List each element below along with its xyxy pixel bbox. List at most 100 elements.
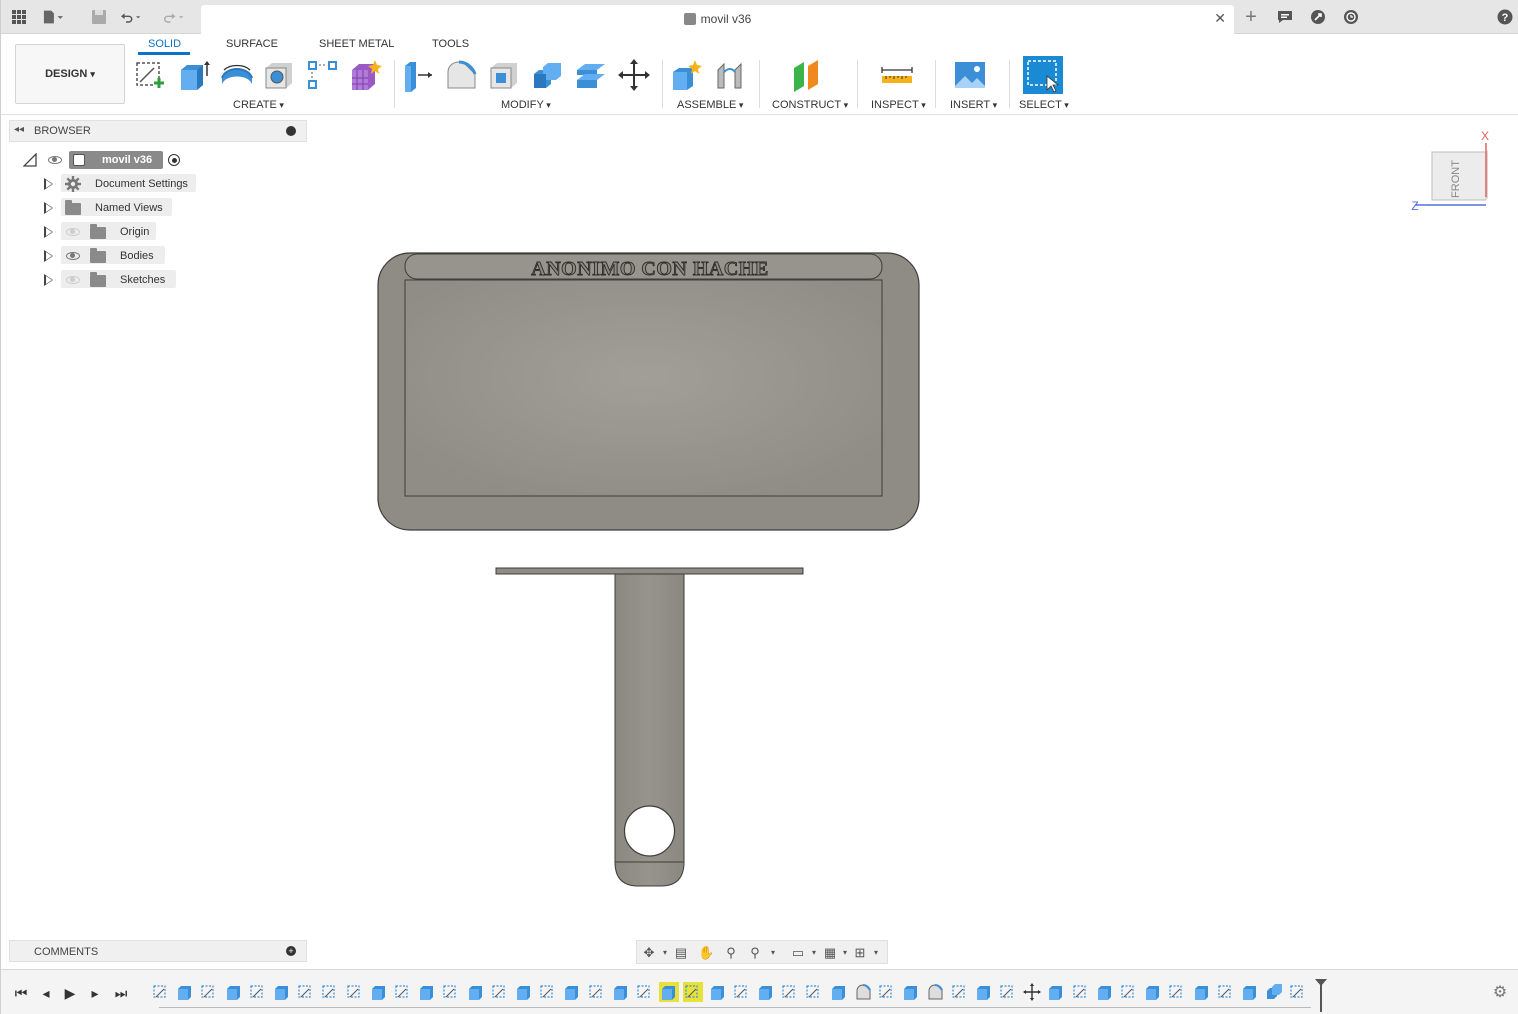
timeline-extrude-icon[interactable] <box>417 982 437 1002</box>
timeline-last-icon[interactable]: ⏭ <box>113 985 129 1001</box>
timeline-sketch-icon[interactable] <box>587 982 607 1002</box>
expanded-triangle-icon[interactable] <box>23 153 37 167</box>
visibility-hidden-icon[interactable] <box>66 228 80 236</box>
timeline-fillet-icon[interactable] <box>853 982 873 1002</box>
expand-triangle-icon[interactable] <box>44 202 53 214</box>
timeline-sketch-icon[interactable] <box>151 982 171 1002</box>
pattern-icon[interactable] <box>306 58 340 92</box>
offset-face-icon[interactable] <box>574 58 608 92</box>
timeline-first-icon[interactable]: ⏮ <box>13 985 29 1001</box>
canvas-viewport[interactable]: ANONIMO CON HACHE FRONT X Z <box>1 115 1518 968</box>
save-icon[interactable] <box>89 7 109 27</box>
create-sketch-icon[interactable] <box>134 58 168 92</box>
tree-item-origin[interactable]: Origin <box>41 222 161 242</box>
document-tab[interactable]: movil v36 ✕ <box>201 5 1234 34</box>
comments-panel-header[interactable]: COMMENTS + <box>9 940 307 962</box>
timeline-sketch-icon[interactable] <box>393 982 413 1002</box>
hole-icon[interactable] <box>263 58 297 92</box>
tree-item-bodies[interactable]: Bodies <box>41 246 171 266</box>
timeline-extrude-icon[interactable] <box>175 982 195 1002</box>
timeline-extrude-icon[interactable] <box>974 982 994 1002</box>
timeline-extrude-icon[interactable] <box>1095 982 1115 1002</box>
redo-icon[interactable] <box>164 7 184 27</box>
timeline-sketch-icon[interactable] <box>1071 982 1091 1002</box>
visibility-eye-icon[interactable] <box>48 156 62 164</box>
timeline-sketch-icon[interactable] <box>1288 982 1308 1002</box>
select-menu[interactable]: SELECT <box>1019 99 1069 111</box>
inspect-menu[interactable]: INSPECT <box>871 99 926 111</box>
timeline-sketch-icon[interactable] <box>538 982 558 1002</box>
job-status-icon[interactable] <box>1308 7 1328 27</box>
collapse-panel-icon[interactable]: ◂◂ <box>14 124 24 135</box>
timeline-combine-icon[interactable] <box>1264 982 1284 1002</box>
timeline-previous-icon[interactable]: ◂ <box>38 985 54 1001</box>
fillet-icon[interactable] <box>445 58 479 92</box>
assemble-menu[interactable]: ASSEMBLE <box>677 99 743 111</box>
fit-icon[interactable]: ⚲ <box>747 945 763 961</box>
clock-icon[interactable] <box>1341 7 1361 27</box>
timeline-sketch-icon[interactable] <box>732 982 752 1002</box>
timeline-sketch-icon[interactable] <box>296 982 316 1002</box>
timeline-extrude-icon[interactable] <box>466 982 486 1002</box>
add-comment-icon[interactable]: + <box>286 946 296 956</box>
modify-menu[interactable]: MODIFY <box>501 99 551 111</box>
expand-triangle-icon[interactable] <box>44 178 53 190</box>
tree-item-sketches[interactable]: Sketches <box>41 270 181 290</box>
comment-icon[interactable] <box>1275 7 1295 27</box>
timeline-sketch-icon[interactable] <box>998 982 1018 1002</box>
insert-menu[interactable]: INSERT <box>950 99 997 111</box>
pan-icon[interactable]: ✋ <box>698 945 714 961</box>
viewports-dropdown-icon[interactable]: ▾ <box>868 945 884 961</box>
timeline-extrude-icon[interactable] <box>659 982 680 1002</box>
orbit-icon[interactable]: ✥ <box>641 945 657 961</box>
tree-item-named-views[interactable]: Named Views <box>41 198 181 218</box>
tab-sheet-metal[interactable]: SHEET METAL <box>319 38 394 50</box>
joint-icon[interactable] <box>713 58 747 92</box>
timeline-fillet-icon[interactable] <box>925 982 945 1002</box>
timeline-extrude-icon[interactable] <box>224 982 244 1002</box>
expand-triangle-icon[interactable] <box>44 250 53 262</box>
orbit-dropdown-icon[interactable]: ▾ <box>657 945 673 961</box>
timeline-sketch-icon[interactable] <box>635 982 655 1002</box>
timeline-extrude-icon[interactable] <box>829 982 849 1002</box>
file-menu-icon[interactable] <box>43 7 63 27</box>
create-menu[interactable]: CREATE <box>233 99 284 111</box>
viewcube[interactable]: FRONT X Z <box>1407 127 1495 227</box>
timeline-extrude-icon[interactable] <box>1143 982 1163 1002</box>
timeline-sketch-icon[interactable] <box>345 982 365 1002</box>
zoom-dropdown-icon[interactable]: ▾ <box>765 945 781 961</box>
tab-surface[interactable]: SURFACE <box>226 38 278 50</box>
timeline-extrude-icon[interactable] <box>514 982 534 1002</box>
grid-dropdown-icon[interactable]: ▾ <box>837 945 853 961</box>
timeline-extrude-icon[interactable] <box>1046 982 1066 1002</box>
select-tool-icon[interactable] <box>1023 56 1063 94</box>
display-dropdown-icon[interactable]: ▾ <box>806 945 822 961</box>
timeline-sketch-icon[interactable] <box>441 982 461 1002</box>
zoom-icon[interactable]: ⚲ <box>723 945 739 961</box>
timeline-extrude-icon[interactable] <box>562 982 582 1002</box>
press-pull-icon[interactable] <box>402 58 436 92</box>
activate-radio-icon[interactable] <box>168 154 180 166</box>
create-form-icon[interactable] <box>349 58 383 92</box>
timeline-sketch-icon[interactable] <box>199 982 219 1002</box>
timeline-extrude-icon[interactable] <box>901 982 921 1002</box>
construct-menu[interactable]: CONSTRUCT <box>772 99 848 111</box>
tree-item-document-settings[interactable]: Document Settings <box>41 174 201 194</box>
timeline-next-icon[interactable]: ▸ <box>87 985 103 1001</box>
timeline-sketch-icon[interactable] <box>780 982 800 1002</box>
timeline-sketch-icon[interactable] <box>1167 982 1187 1002</box>
timeline-sketch-icon[interactable] <box>490 982 510 1002</box>
viewports-icon[interactable]: ⊞ <box>852 945 868 961</box>
timeline-extrude-icon[interactable] <box>369 982 389 1002</box>
visibility-eye-icon[interactable] <box>66 252 80 260</box>
timeline-extrude-icon[interactable] <box>756 982 776 1002</box>
timeline-features[interactable] <box>151 970 1321 1014</box>
grid-icon[interactable]: ▦ <box>822 945 838 961</box>
panel-minimize-icon[interactable] <box>286 126 296 136</box>
timeline-sketch-icon[interactable] <box>683 982 704 1002</box>
timeline-sketch-icon[interactable] <box>1119 982 1139 1002</box>
timeline-extrude-icon[interactable] <box>611 982 631 1002</box>
timeline-sketch-icon[interactable] <box>1216 982 1236 1002</box>
offset-plane-icon[interactable] <box>790 58 824 92</box>
expand-triangle-icon[interactable] <box>44 226 53 238</box>
